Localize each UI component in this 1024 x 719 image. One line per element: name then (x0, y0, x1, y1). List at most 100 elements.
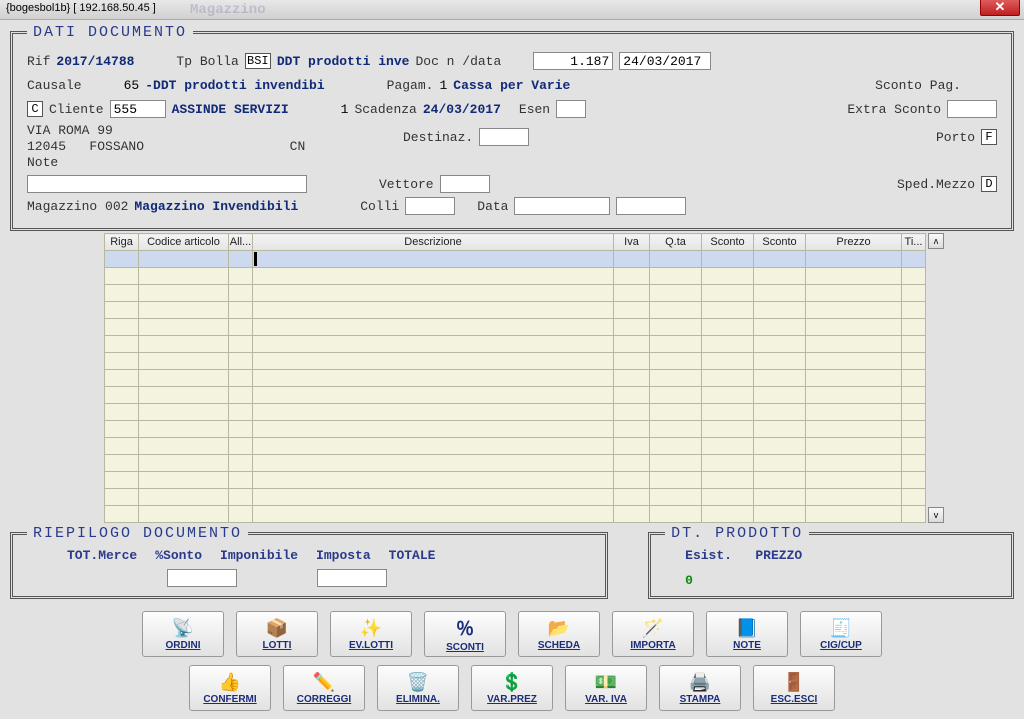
grid-cell[interactable] (702, 489, 754, 506)
tpbolla-code[interactable]: BSI (245, 53, 271, 69)
grid-header[interactable]: Prezzo (806, 234, 902, 251)
grid-cell[interactable] (754, 285, 806, 302)
grid-cell[interactable] (650, 472, 702, 489)
data-field[interactable] (514, 197, 610, 215)
grid-cell[interactable] (650, 421, 702, 438)
grid-cell[interactable] (754, 268, 806, 285)
grid-cell[interactable] (229, 489, 253, 506)
grid-cell[interactable] (253, 336, 614, 353)
grid-cell[interactable] (902, 506, 926, 523)
grid-cell[interactable] (253, 370, 614, 387)
grid-cell[interactable] (650, 387, 702, 404)
grid-cell[interactable] (754, 370, 806, 387)
grid-cell[interactable] (139, 319, 229, 336)
docdate-field[interactable] (619, 52, 711, 70)
grid-cell[interactable] (902, 319, 926, 336)
grid-cell[interactable] (139, 302, 229, 319)
porto-value[interactable]: F (981, 129, 997, 145)
grid-cell[interactable] (253, 472, 614, 489)
grid-cell[interactable] (702, 251, 754, 268)
grid-cell[interactable] (902, 387, 926, 404)
grid-cell[interactable] (806, 285, 902, 302)
grid-cell[interactable] (229, 285, 253, 302)
grid-cell[interactable] (902, 438, 926, 455)
correggi-button[interactable]: ✏️CORREGGI (283, 665, 365, 711)
grid-cell[interactable] (650, 353, 702, 370)
grid-cell[interactable] (702, 387, 754, 404)
esci-button[interactable]: 🚪ESC.ESCI (753, 665, 835, 711)
grid-cell[interactable] (806, 404, 902, 421)
grid-cell[interactable] (139, 353, 229, 370)
grid-cell[interactable] (105, 268, 139, 285)
destinaz-field[interactable] (479, 128, 529, 146)
grid-header[interactable]: Riga (105, 234, 139, 251)
grid-cell[interactable] (902, 285, 926, 302)
grid-cell[interactable] (614, 251, 650, 268)
grid-cell[interactable] (902, 489, 926, 506)
grid-cell[interactable] (650, 302, 702, 319)
grid-cell[interactable] (105, 387, 139, 404)
close-button[interactable]: ✕ (980, 0, 1020, 16)
grid-cell[interactable] (650, 285, 702, 302)
sped-value[interactable]: D (981, 176, 997, 192)
grid-cell[interactable] (614, 489, 650, 506)
grid-cell[interactable] (754, 489, 806, 506)
grid-cell[interactable] (139, 336, 229, 353)
grid-cell[interactable] (229, 421, 253, 438)
lotti-button[interactable]: 📦LOTTI (236, 611, 318, 657)
grid-cell[interactable] (229, 455, 253, 472)
grid-cell[interactable] (105, 506, 139, 523)
grid-cell[interactable] (806, 455, 902, 472)
grid-cell[interactable] (754, 251, 806, 268)
variva-button[interactable]: 💵VAR. IVA (565, 665, 647, 711)
grid-cell[interactable] (702, 472, 754, 489)
grid-header[interactable]: Q.ta (650, 234, 702, 251)
grid-header[interactable]: Sconto (702, 234, 754, 251)
grid-cell[interactable] (229, 387, 253, 404)
grid-cell[interactable] (902, 302, 926, 319)
grid-cell[interactable] (253, 421, 614, 438)
grid-cell[interactable] (702, 336, 754, 353)
cliente-code-field[interactable] (110, 100, 166, 118)
grid-cell[interactable] (702, 438, 754, 455)
grid-cell[interactable] (806, 472, 902, 489)
grid-cell[interactable] (806, 370, 902, 387)
grid-cell[interactable] (105, 489, 139, 506)
grid-cell[interactable] (754, 438, 806, 455)
grid-cell[interactable] (614, 285, 650, 302)
grid-cell[interactable] (229, 370, 253, 387)
grid-cell[interactable] (139, 387, 229, 404)
grid-cell[interactable] (139, 455, 229, 472)
grid-cell[interactable] (229, 251, 253, 268)
grid-cell[interactable] (902, 370, 926, 387)
grid-cell[interactable] (105, 302, 139, 319)
grid-cell[interactable] (650, 370, 702, 387)
grid-cell[interactable] (650, 319, 702, 336)
grid-cell[interactable] (806, 336, 902, 353)
grid-cell[interactable] (253, 455, 614, 472)
grid-cell[interactable] (139, 404, 229, 421)
grid-cell[interactable] (253, 506, 614, 523)
grid-cell[interactable] (105, 251, 139, 268)
grid-cell[interactable] (702, 285, 754, 302)
cigcup-button[interactable]: 🧾CIG/CUP (800, 611, 882, 657)
grid-cell[interactable] (650, 336, 702, 353)
grid-cell[interactable] (105, 370, 139, 387)
grid-cell[interactable] (229, 336, 253, 353)
grid-cell[interactable] (139, 438, 229, 455)
grid-cell[interactable] (902, 421, 926, 438)
grid-cell[interactable] (229, 302, 253, 319)
grid-cell[interactable] (139, 472, 229, 489)
lines-grid[interactable]: RigaCodice articoloAll...DescrizioneIvaQ… (104, 233, 926, 523)
grid-cell[interactable] (702, 370, 754, 387)
grid-cell[interactable] (105, 336, 139, 353)
grid-cell[interactable] (754, 404, 806, 421)
grid-cell[interactable] (614, 268, 650, 285)
grid-cell[interactable] (806, 353, 902, 370)
grid-cell[interactable] (229, 319, 253, 336)
grid-cell[interactable] (105, 438, 139, 455)
extra-sconto-field[interactable] (947, 100, 997, 118)
grid-cell[interactable] (754, 319, 806, 336)
grid-cell[interactable] (650, 506, 702, 523)
grid-cell[interactable] (806, 506, 902, 523)
